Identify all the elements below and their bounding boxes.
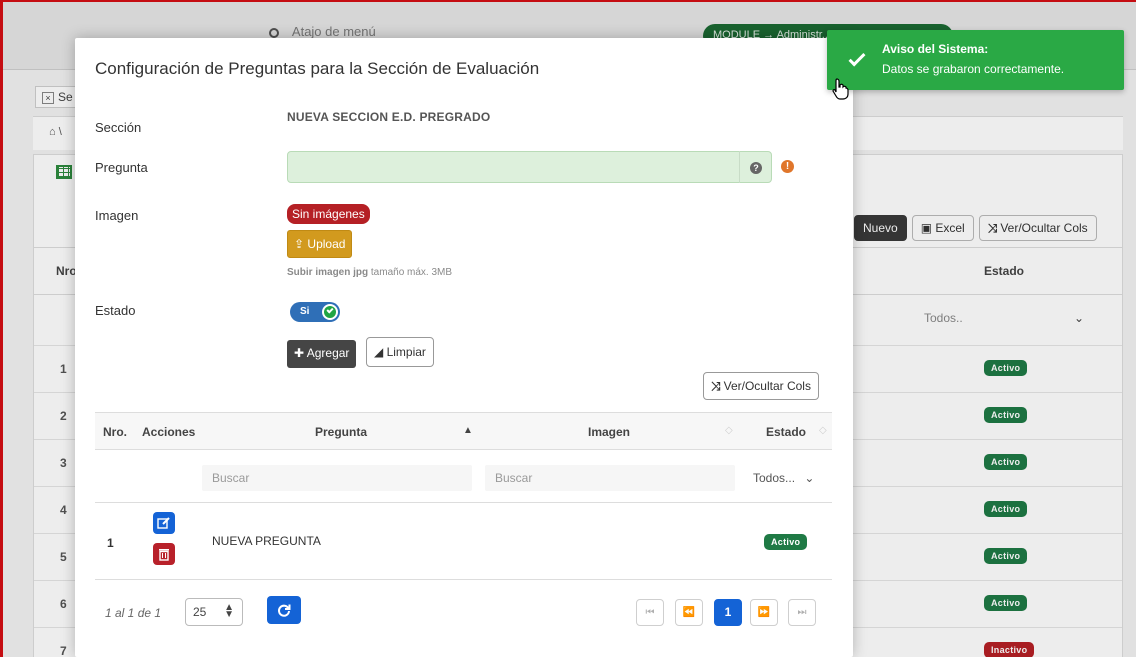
upload-button-label: Upload bbox=[307, 237, 346, 251]
check-icon bbox=[848, 49, 866, 67]
clear-button-label: Limpiar bbox=[386, 345, 426, 359]
question-circle-icon: ? bbox=[750, 162, 762, 174]
updown-icon: ▲ ▼ bbox=[224, 602, 234, 620]
sort-icon[interactable]: ◇ bbox=[819, 425, 827, 436]
header-image[interactable]: Imagen bbox=[588, 425, 630, 439]
question-search-input[interactable]: Buscar bbox=[202, 465, 472, 491]
prev-page-button[interactable]: ⏪ bbox=[675, 599, 703, 626]
header-actions: Acciones bbox=[142, 425, 196, 439]
sort-icon[interactable]: ◇ bbox=[725, 425, 733, 436]
page-size-select[interactable]: 25 ▲ ▼ bbox=[185, 598, 243, 626]
section-label: Sección bbox=[95, 120, 142, 135]
header-question[interactable]: Pregunta bbox=[315, 425, 367, 439]
toggle-columns-button[interactable]: ⤨ Ver/Ocultar Cols bbox=[703, 372, 819, 400]
status-filter-select[interactable]: Todos... ⌄ bbox=[743, 465, 831, 491]
shuffle-icon: ⤨ bbox=[711, 379, 721, 393]
upload-hint-size: tamaño máx. 3MB bbox=[370, 267, 453, 278]
help-addon[interactable]: ? bbox=[739, 151, 772, 183]
edit-icon bbox=[157, 517, 170, 529]
upload-hint: Subir imagen jpg tamaño máx. 3MB bbox=[287, 267, 452, 278]
question-label: Pregunta bbox=[95, 160, 148, 175]
upload-button[interactable]: ⇪ Upload bbox=[287, 230, 353, 258]
clear-button[interactable]: ◢ Limpiar bbox=[366, 337, 434, 367]
toast-message: Datos se grabaron correctamente. bbox=[882, 62, 1065, 76]
filter-row: Buscar Buscar Todos... ⌄ bbox=[95, 458, 832, 498]
eraser-icon: ◢ bbox=[374, 345, 384, 359]
sort-asc-icon[interactable]: ▲ bbox=[463, 425, 473, 436]
chevron-down-icon: ⌄ bbox=[804, 471, 815, 485]
image-search-input[interactable]: Buscar bbox=[485, 465, 735, 491]
hand-cursor-icon bbox=[832, 78, 849, 100]
trash-icon bbox=[159, 549, 169, 561]
delete-button[interactable] bbox=[153, 543, 175, 565]
page-size-value: 25 bbox=[193, 605, 207, 619]
table-row: 1 NUEVA PREGUNTA Activo bbox=[95, 502, 832, 580]
status-toggle[interactable]: Si bbox=[290, 302, 340, 322]
header-nro: Nro. bbox=[103, 425, 127, 439]
question-input[interactable] bbox=[287, 151, 772, 183]
section-value: NUEVA SECCION E.D. PREGRADO bbox=[287, 110, 491, 124]
warning-icon: ! bbox=[781, 160, 794, 173]
toast-title: Aviso del Sistema: bbox=[882, 42, 989, 56]
plus-icon: ✚ bbox=[294, 346, 305, 360]
no-images-badge: Sin imágenes bbox=[287, 204, 370, 224]
header-status[interactable]: Estado bbox=[766, 425, 806, 439]
image-label: Imagen bbox=[95, 208, 139, 223]
status-toggle-label: Si bbox=[300, 306, 310, 317]
upload-hint-strong: Subir imagen jpg bbox=[287, 267, 369, 278]
toggle-columns-label: Ver/Ocultar Cols bbox=[723, 379, 811, 393]
check-icon bbox=[322, 304, 338, 320]
row-number: 1 bbox=[107, 536, 114, 550]
status-filter-value: Todos... bbox=[753, 471, 796, 485]
question-cell: NUEVA PREGUNTA bbox=[212, 534, 321, 548]
upload-icon: ⇪ bbox=[294, 237, 305, 251]
next-page-button[interactable]: ⏩ bbox=[750, 599, 778, 626]
add-button-label: Agregar bbox=[306, 346, 350, 360]
page-button-1[interactable]: 1 bbox=[714, 599, 742, 626]
refresh-icon bbox=[278, 604, 291, 617]
status-label: Estado bbox=[95, 303, 136, 318]
add-button[interactable]: ✚ Agregar bbox=[287, 340, 357, 368]
refresh-button[interactable] bbox=[267, 596, 301, 624]
first-page-button[interactable]: ⏮ bbox=[636, 599, 664, 626]
last-page-button[interactable]: ⏭ bbox=[788, 599, 816, 626]
edit-button[interactable] bbox=[153, 512, 175, 534]
success-toast[interactable]: Aviso del Sistema: Datos se grabaron cor… bbox=[827, 30, 1124, 90]
questions-table-header: Nro. Acciones Pregunta ▲ Imagen ◇ Estado… bbox=[95, 412, 832, 450]
status-badge: Activo bbox=[764, 534, 808, 550]
modal-title: Configuración de Preguntas para la Secci… bbox=[95, 59, 540, 78]
pagination-info: 1 al 1 de 1 bbox=[105, 606, 162, 620]
question-config-modal: Configuración de Preguntas para la Secci… bbox=[75, 38, 853, 657]
